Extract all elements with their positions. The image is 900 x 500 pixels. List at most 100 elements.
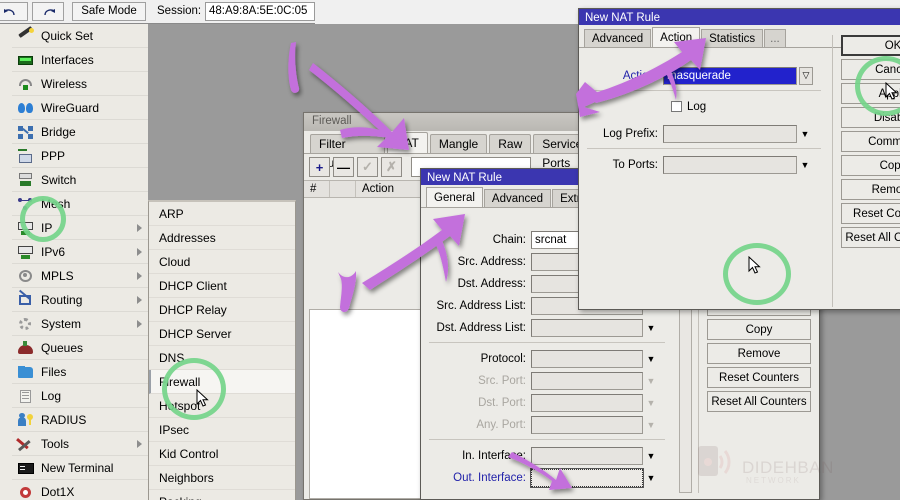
routing-icon [16, 289, 36, 308]
action-dialog-tab-action[interactable]: Action [652, 27, 701, 47]
chevron-down-icon: ▼ [646, 419, 656, 430]
chevron-down-icon[interactable]: ▼ [645, 319, 657, 337]
sidebar-item-system[interactable]: System [12, 312, 148, 336]
bridge-icon [16, 124, 36, 140]
general-reset-all-counters-button[interactable]: Reset All Counters [707, 391, 811, 412]
field-input[interactable] [531, 446, 643, 465]
sidebar-item-routing[interactable]: Routing [12, 288, 148, 312]
general-reset-counters-button[interactable]: Reset Counters [707, 367, 811, 388]
session-value-field[interactable]: 48:A9:8A:5E:0C:05 [205, 2, 315, 21]
undo-button[interactable] [0, 2, 28, 21]
ip-submenu-item-dhcp-server[interactable]: DHCP Server [149, 322, 295, 346]
ip-submenu-item-ipsec[interactable]: IPsec [149, 418, 295, 442]
sidebar-item-queues[interactable]: Queues [12, 336, 148, 360]
firewall-tab-nat[interactable]: NAT [386, 132, 428, 153]
ip-submenu-item-addresses[interactable]: Addresses [149, 226, 295, 250]
field-input[interactable] [531, 415, 643, 434]
firewall-tab-mangle[interactable]: Mangle [429, 134, 488, 153]
ip-submenu-item-cloud[interactable]: Cloud [149, 250, 295, 274]
sidebar-item-wireguard[interactable]: WireGuard [12, 96, 148, 120]
ip-submenu-item-dhcp-relay[interactable]: DHCP Relay [149, 298, 295, 322]
sidebar-item-dot1x[interactable]: Dot1X [12, 480, 148, 500]
sidebar-item-label: New Terminal [41, 460, 114, 475]
sidebar-item-label: Switch [41, 172, 77, 187]
ip-submenu-item-neighbors[interactable]: Neighbors [149, 466, 295, 490]
sidebar-item-bridge[interactable]: Bridge [12, 120, 148, 144]
sidebar-item-ipv6[interactable]: IPv6 [12, 240, 148, 264]
general-form-row: Any. Port: ▼ [421, 414, 673, 435]
ip-submenu-item-label: DHCP Relay [159, 302, 227, 317]
action-dialog-tab-more[interactable]: ... [764, 29, 786, 47]
action-reset-counters-button[interactable]: Reset Counters [841, 203, 900, 224]
general-form-row: Dst. Port: ▼ [421, 392, 673, 413]
disable-button: ✗ [381, 157, 402, 177]
firewall-tab-raw[interactable]: Raw [489, 134, 532, 153]
log-prefix-label: Log Prefix: [603, 127, 658, 140]
sidebar-item-new-terminal[interactable]: New Terminal [12, 456, 148, 480]
general-remove-button[interactable]: Remove [707, 343, 811, 364]
field-input[interactable] [531, 393, 643, 412]
firewall-column-header-cell[interactable]: Action [356, 181, 430, 197]
sidebar-item-wireless[interactable]: Wireless [12, 72, 148, 96]
general-copy-button[interactable]: Copy [707, 319, 811, 340]
enable-button: ✓ [357, 157, 378, 177]
field-input[interactable] [530, 467, 644, 488]
general-dialog-tab-advanced[interactable]: Advanced [483, 189, 552, 207]
sidebar-item-mpls[interactable]: MPLS [12, 264, 148, 288]
sidebar-item-interfaces[interactable]: Interfaces [12, 48, 148, 72]
action-dialog-tab-statistics[interactable]: Statistics [701, 29, 764, 47]
ip-submenu-item-kid-control[interactable]: Kid Control [149, 442, 295, 466]
ip-submenu-item-packing[interactable]: Packing [149, 490, 295, 500]
action-field-label: Action: [622, 69, 658, 82]
sidebar-item-switch[interactable]: Switch [12, 168, 148, 192]
action-dropdown-icon[interactable]: ▽ [799, 66, 813, 85]
mouse-cursor-apply-general [748, 256, 761, 274]
log-icon [16, 388, 36, 404]
log-prefix-field[interactable] [663, 124, 797, 143]
field-label: Src. Port: [478, 374, 526, 387]
redo-button[interactable] [32, 2, 64, 21]
chevron-right-icon [137, 224, 142, 232]
wifi-device-icon [698, 446, 731, 476]
general-dialog-tab-general[interactable]: General [426, 187, 483, 207]
field-input[interactable] [531, 349, 643, 368]
sidebar-item-ppp[interactable]: PPP [12, 144, 148, 168]
tools-icon [16, 436, 36, 452]
general-form-row: Out. Interface: ▼ [421, 467, 673, 488]
chevron-down-icon[interactable]: ▼ [645, 350, 657, 368]
sidebar-item-label: PPP [41, 148, 66, 163]
sidebar-item-tools[interactable]: Tools [12, 432, 148, 456]
action-reset-all-counters-button[interactable]: Reset All Counters [841, 227, 900, 248]
sidebar-item-log[interactable]: Log [12, 384, 148, 408]
ip-submenu-item-arp[interactable]: ARP [149, 202, 295, 226]
log-checkbox[interactable] [671, 101, 682, 112]
safe-mode-button[interactable]: Safe Mode [72, 2, 146, 21]
add-button[interactable]: + [309, 157, 330, 177]
remove-button[interactable]: — [333, 157, 354, 177]
action-comment-button[interactable]: Comment [841, 131, 900, 152]
log-prefix-dropdown-icon[interactable]: ▼ [799, 125, 811, 143]
action-remove-button[interactable]: Remove [841, 179, 900, 200]
field-label: In. Interface: [462, 449, 526, 462]
sidebar-item-files[interactable]: Files [12, 360, 148, 384]
action-dialog-tab-advanced[interactable]: Advanced [584, 29, 652, 47]
to-ports-dropdown-icon[interactable]: ▼ [799, 156, 811, 174]
firewall-column-header-cell[interactable] [330, 181, 356, 197]
firewall-column-header-cell[interactable]: # [304, 181, 330, 197]
firewall-tab-filter-rules[interactable]: Filter Rules [310, 134, 385, 170]
ip-submenu-item-dhcp-client[interactable]: DHCP Client [149, 274, 295, 298]
sidebar-item-quick-set[interactable]: Quick Set [12, 24, 148, 48]
general-form-row: Protocol: ▼ [421, 348, 673, 369]
action-value-field[interactable]: masquerade [663, 66, 797, 85]
mouse-cursor-firewall [196, 389, 209, 407]
action-ok-button[interactable]: OK [841, 35, 900, 56]
chevron-down-icon[interactable]: ▼ [645, 447, 657, 465]
action-form: Action: masquerade ▽ Log Log Prefix: ▼ T… [579, 65, 829, 176]
sidebar-item-radius[interactable]: RADIUS [12, 408, 148, 432]
field-input[interactable] [531, 371, 643, 390]
action-copy-button[interactable]: Copy [841, 155, 900, 176]
sidebar-item-label: MPLS [41, 268, 74, 283]
field-input[interactable] [531, 318, 643, 337]
to-ports-field[interactable] [663, 155, 797, 174]
chevron-down-icon[interactable]: ▼ [645, 469, 657, 487]
